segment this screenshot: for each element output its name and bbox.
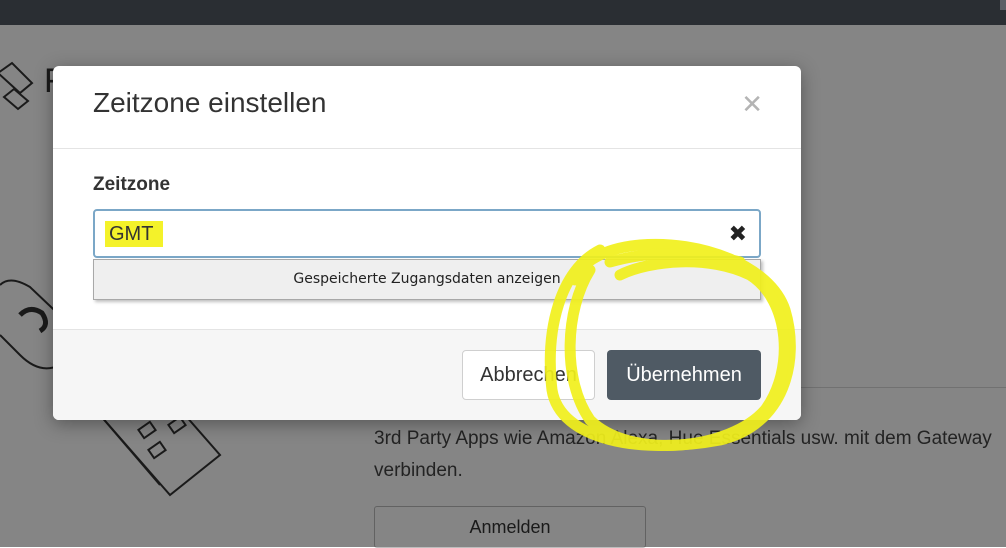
- dialog-header: Zeitzone einstellen ✕: [53, 66, 801, 149]
- dialog-footer: Abbrechen Übernehmen: [53, 329, 801, 420]
- timezone-label: Zeitzone: [93, 174, 171, 195]
- apply-button[interactable]: Übernehmen: [607, 350, 761, 400]
- clear-icon[interactable]: ✖: [729, 221, 747, 247]
- autofill-suggestion[interactable]: Gespeicherte Zugangsdaten anzeigen: [93, 259, 761, 300]
- dialog-title: Zeitzone einstellen: [93, 87, 327, 118]
- timezone-input-wrapper[interactable]: ✖: [93, 209, 761, 258]
- close-icon[interactable]: ✕: [741, 91, 763, 117]
- timezone-input[interactable]: [109, 219, 709, 249]
- cancel-button[interactable]: Abbrechen: [462, 350, 595, 400]
- timezone-dialog: Zeitzone einstellen ✕ Zeitzone ✖ Gespeic…: [53, 66, 801, 420]
- top-bar-corner: [1000, 0, 1006, 10]
- top-bar: [0, 0, 1006, 25]
